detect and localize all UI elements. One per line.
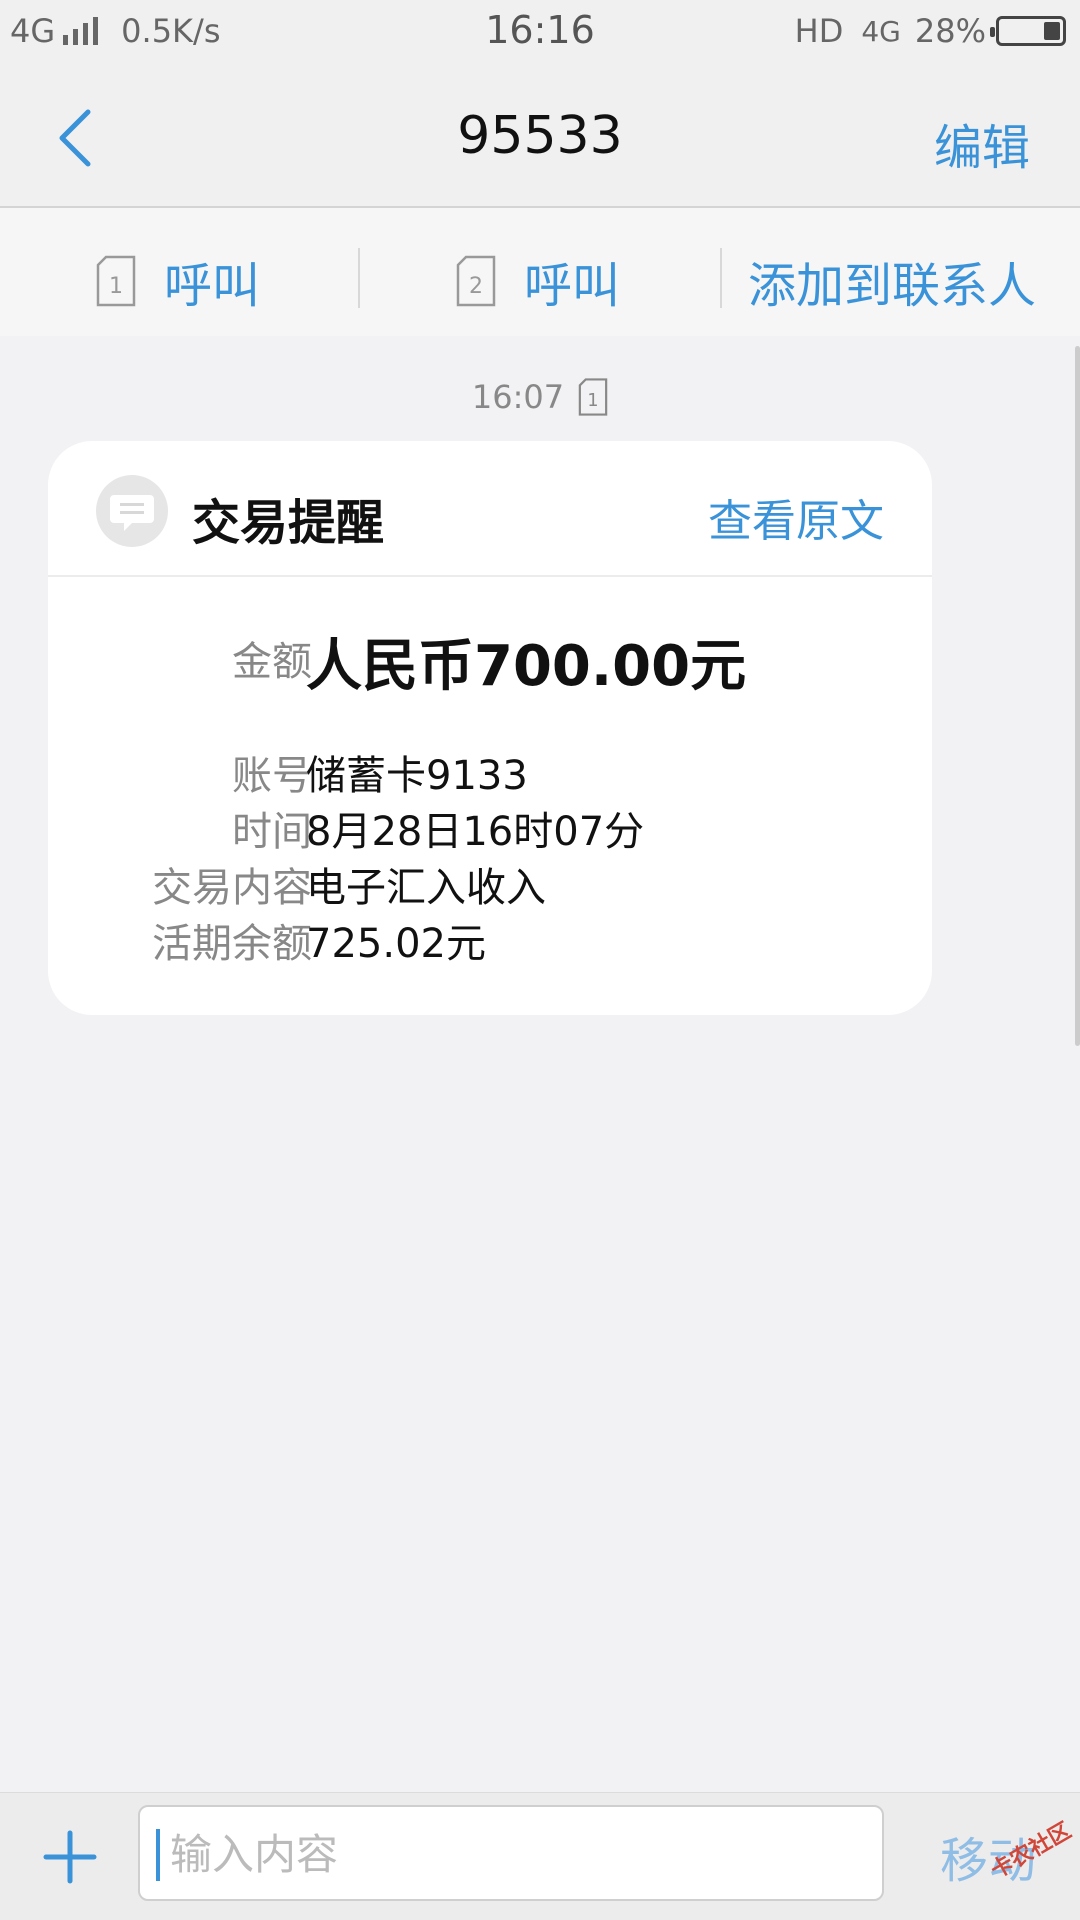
scrollbar[interactable] [1075,346,1080,1046]
divider [720,248,722,308]
action-bar: 1 呼叫 2 呼叫 添加到联系人 [0,208,1080,336]
page-title: 95533 [457,106,623,166]
sim-card-icon: 1 [578,378,608,416]
field-value: 8月28日16时07分 [306,809,645,855]
sim-card-icon: 1 [96,255,136,307]
add-contact-label: 添加到联系人 [748,258,1037,314]
field-label: 活期余额 [152,921,312,967]
battery-icon [990,16,1066,46]
call-sim2-button[interactable]: 2 呼叫 [456,246,620,316]
field-value: 电子汇入收入 [306,865,546,911]
sim2-number: 2 [469,274,483,299]
message-input[interactable] [168,1817,872,1891]
plus-icon[interactable] [40,1827,100,1887]
message-time: 16:07 [471,378,565,416]
field-label: 账号 [232,753,312,799]
sim-card-icon: 2 [456,255,496,307]
message-timestamp: 16:07 1 [0,378,1080,416]
status-bar: 4G 0.5K/s 16:16 HD 4G 28% [0,0,1080,64]
composer-bar: 移动 卡农社区 [0,1792,1080,1920]
add-contact-button[interactable]: 添加到联系人 [748,246,1036,316]
battery-percent: 28% [914,12,986,50]
sim1-number: 1 [109,274,123,299]
call-sim1-label: 呼叫 [164,258,261,314]
message-sim-number: 1 [588,391,599,411]
field-value: 人民币700.00元 [306,634,747,699]
view-original-button[interactable]: 查看原文 [708,485,884,549]
data-type-indicator: 4G [861,14,901,48]
text-caret [156,1829,160,1881]
message-card[interactable]: 交易提醒 查看原文 金额 人民币700.00元 账号 储蓄卡9133 时间 8月… [48,441,932,1015]
card-header: 交易提醒 查看原文 [48,441,932,577]
divider [358,248,360,308]
message-input-box[interactable] [138,1805,884,1901]
chat-bubble-icon [96,475,168,547]
hd-indicator: HD [794,12,844,50]
field-label: 金额 [232,639,312,685]
title-bar: 95533 编辑 [0,64,1080,208]
call-sim1-button[interactable]: 1 呼叫 [96,246,260,316]
call-sim2-label: 呼叫 [524,258,621,314]
field-value: 储蓄卡9133 [306,753,528,799]
field-label: 时间 [232,809,312,855]
edit-button[interactable]: 编辑 [934,108,1030,178]
status-right: HD 4G 28% [795,12,1066,50]
card-title: 交易提醒 [192,495,385,551]
field-value: 725.02元 [306,921,486,967]
field-label: 交易内容 [152,865,312,911]
